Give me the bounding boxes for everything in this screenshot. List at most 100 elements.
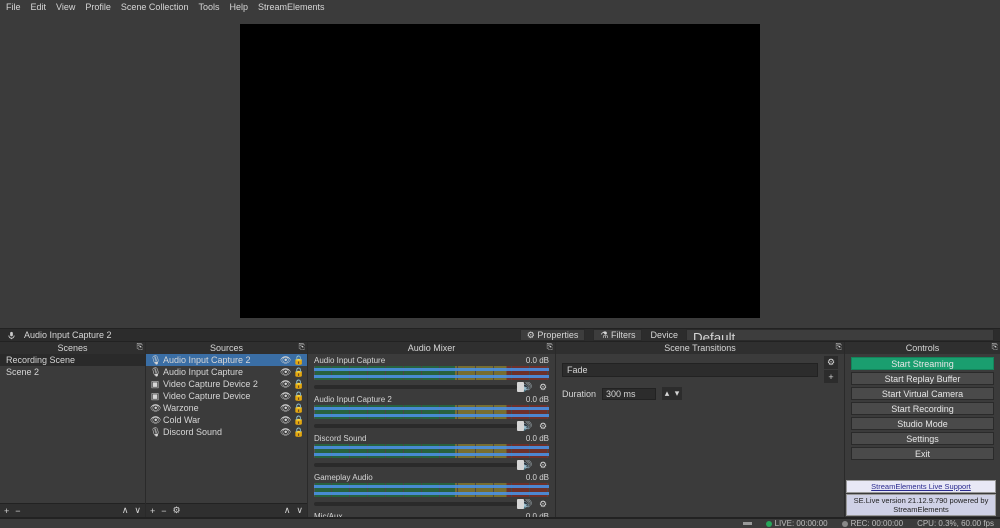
volume-slider[interactable] — [314, 424, 517, 428]
duration-down-button[interactable]: ▾ — [672, 387, 682, 400]
mixer-channel: Gameplay Audio0.0 dB🔊⚙ — [308, 471, 555, 510]
start-streaming-button[interactable]: Start Streaming — [851, 357, 994, 370]
source-item[interactable]: 🎙Audio Input Capture 2👁🔒 — [146, 354, 307, 366]
duration-input[interactable] — [602, 388, 656, 400]
source-item[interactable]: 👁Cold War👁🔒 — [146, 414, 307, 426]
add-scene-button[interactable]: + — [4, 506, 9, 516]
lock-toggle[interactable]: 🔒 — [293, 379, 303, 390]
scenes-header: Scenes ⎘ — [0, 342, 145, 354]
lock-toggle[interactable]: 🔒 — [293, 391, 303, 402]
remove-scene-button[interactable]: − — [15, 506, 20, 516]
settings-button[interactable]: Settings — [851, 432, 994, 445]
volume-slider[interactable] — [314, 385, 517, 389]
properties-button[interactable]: ⚙ Properties — [520, 329, 586, 341]
lock-toggle[interactable]: 🔒 — [293, 427, 303, 438]
vu-meter — [314, 366, 549, 380]
audio-mixer-panel: Audio Mixer ⎘ Audio Input Capture0.0 dB🔊… — [308, 342, 556, 517]
menu-tools[interactable]: Tools — [198, 2, 219, 12]
studio-mode-button[interactable]: Studio Mode — [851, 417, 994, 430]
transition-settings-button[interactable]: ⚙ — [824, 356, 838, 369]
channel-settings-button[interactable]: ⚙ — [537, 459, 549, 471]
cpu-fps: CPU: 0.3%, 60.00 fps — [917, 519, 994, 528]
transition-add-button[interactable]: + — [824, 370, 838, 383]
visibility-toggle[interactable]: 👁 — [280, 367, 290, 378]
preview-canvas[interactable] — [240, 24, 760, 318]
menu-streamelements[interactable]: StreamElements — [258, 2, 325, 12]
sources-header: Sources ⎘ — [146, 342, 307, 354]
source-down-button[interactable]: ∨ — [296, 505, 303, 516]
source-name: Video Capture Device — [163, 391, 277, 401]
lock-toggle[interactable]: 🔒 — [293, 367, 303, 378]
source-item[interactable]: ▣Video Capture Device 2👁🔒 — [146, 378, 307, 390]
channel-name: Discord Sound — [314, 434, 366, 443]
vu-meter — [314, 405, 549, 419]
panels-row: Scenes ⎘ Recording SceneScene 2 + − ∧ ∨ … — [0, 342, 1000, 518]
start-virtual-camera-button[interactable]: Start Virtual Camera — [851, 387, 994, 400]
menu-help[interactable]: Help — [229, 2, 248, 12]
filter-icon: ⚗ — [600, 330, 608, 341]
source-name: Audio Input Capture 2 — [163, 355, 277, 365]
source-up-button[interactable]: ∧ — [284, 505, 291, 516]
duration-up-button[interactable]: ▴ — [662, 387, 672, 400]
source-item[interactable]: 👁Warzone👁🔒 — [146, 402, 307, 414]
source-item[interactable]: 🎙Audio Input Capture👁🔒 — [146, 366, 307, 378]
live-time: 00:00:00 — [796, 519, 827, 528]
transition-select[interactable]: Fade — [562, 363, 818, 377]
source-item[interactable]: 🎙Discord Sound👁🔒 — [146, 426, 307, 438]
visibility-toggle[interactable]: 👁 — [280, 403, 290, 414]
dock-icon[interactable]: ⎘ — [299, 342, 305, 352]
menu-scene-collection[interactable]: Scene Collection — [121, 2, 189, 12]
visibility-toggle[interactable]: 👁 — [280, 391, 290, 402]
channel-settings-button[interactable]: ⚙ — [537, 498, 549, 510]
source-name: Audio Input Capture — [163, 367, 277, 377]
source-item[interactable]: ▣Video Capture Device👁🔒 — [146, 390, 307, 402]
channel-settings-button[interactable]: ⚙ — [537, 420, 549, 432]
start-recording-button[interactable]: Start Recording — [851, 402, 994, 415]
preview-area — [0, 14, 1000, 328]
menu-edit[interactable]: Edit — [31, 2, 47, 12]
dock-icon[interactable]: ⎘ — [137, 342, 143, 352]
eye-icon: 👁 — [150, 415, 160, 426]
visibility-toggle[interactable]: 👁 — [280, 427, 290, 438]
live-indicator-icon — [766, 521, 772, 527]
volume-slider[interactable] — [314, 463, 517, 467]
remove-source-button[interactable]: − — [161, 506, 166, 516]
device-select[interactable]: Default — [686, 329, 994, 341]
controls-header: Controls ⎘ — [845, 342, 1000, 354]
source-name: Warzone — [163, 403, 277, 413]
exit-button[interactable]: Exit — [851, 447, 994, 460]
start-replay-buffer-button[interactable]: Start Replay Buffer — [851, 372, 994, 385]
menu-file[interactable]: File — [6, 2, 21, 12]
scene-up-button[interactable]: ∧ — [122, 505, 129, 516]
menu-view[interactable]: View — [56, 2, 75, 12]
cam-icon: ▣ — [150, 379, 160, 390]
menu-profile[interactable]: Profile — [85, 2, 111, 12]
source-settings-button[interactable]: ⚙ — [173, 505, 181, 516]
visibility-toggle[interactable]: 👁 — [280, 355, 290, 366]
audio-mixer-header: Audio Mixer ⎘ — [308, 342, 555, 354]
channel-db: 0.0 dB — [526, 395, 549, 404]
vu-meter — [314, 483, 549, 497]
eye-icon: 👁 — [150, 403, 160, 414]
dock-icon[interactable]: ⎘ — [547, 342, 553, 352]
lock-toggle[interactable]: 🔒 — [293, 403, 303, 414]
mixer-channel: Audio Input Capture0.0 dB🔊⚙ — [308, 354, 555, 393]
visibility-toggle[interactable]: 👁 — [280, 379, 290, 390]
dock-icon[interactable]: ⎘ — [992, 342, 998, 352]
support-link[interactable]: StreamElements Live Support — [846, 480, 996, 493]
visibility-toggle[interactable]: 👁 — [280, 415, 290, 426]
dock-icon[interactable]: ⎘ — [836, 342, 842, 352]
scene-item[interactable]: Recording Scene — [0, 354, 145, 366]
scene-down-button[interactable]: ∨ — [134, 505, 141, 516]
add-source-button[interactable]: + — [150, 506, 155, 516]
lock-toggle[interactable]: 🔒 — [293, 415, 303, 426]
channel-name: Mic/Aux — [314, 512, 342, 517]
filters-button[interactable]: ⚗ Filters — [593, 329, 642, 341]
volume-slider[interactable] — [314, 502, 517, 506]
channel-settings-button[interactable]: ⚙ — [537, 381, 549, 393]
channel-name: Audio Input Capture — [314, 356, 385, 365]
scene-item[interactable]: Scene 2 — [0, 366, 145, 378]
lock-toggle[interactable]: 🔒 — [293, 355, 303, 366]
channel-db: 0.0 dB — [526, 473, 549, 482]
context-source-name: Audio Input Capture 2 — [24, 330, 112, 340]
